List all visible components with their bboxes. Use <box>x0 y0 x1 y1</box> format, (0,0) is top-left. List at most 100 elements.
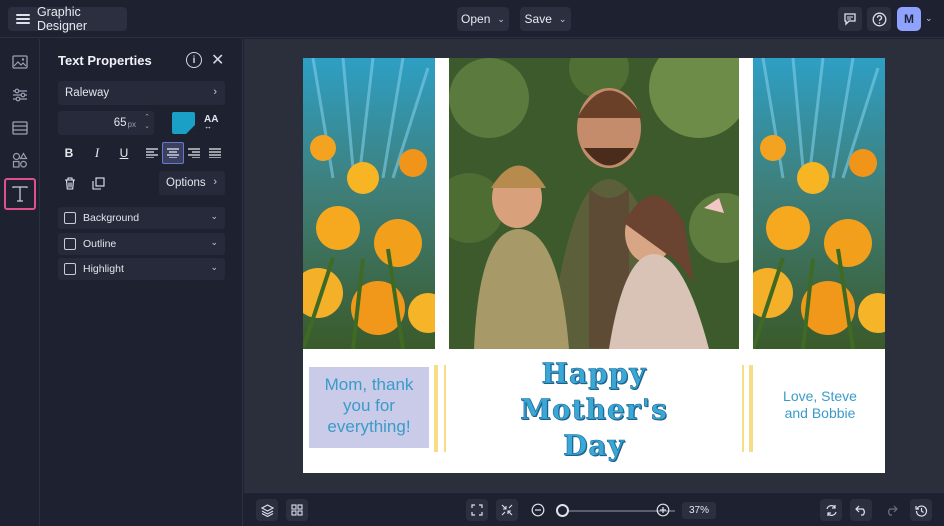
toggle-label: Highlight <box>83 263 124 275</box>
layers-button[interactable] <box>256 499 278 521</box>
text-case-button[interactable]: AA ↔ <box>204 114 218 131</box>
options-button[interactable]: Options › <box>159 171 225 195</box>
redo-button[interactable] <box>880 499 902 521</box>
checkbox[interactable] <box>64 238 76 250</box>
trash-icon <box>65 176 75 190</box>
align-left-button[interactable] <box>141 142 163 164</box>
fit-screen-button[interactable] <box>466 499 488 521</box>
mom-thank-you-text[interactable]: Mom, thank you for everything! <box>309 374 429 437</box>
toggle-label: Outline <box>83 238 117 250</box>
zoom-slider-handle[interactable] <box>556 504 569 517</box>
chevron-down-icon: ⌄ <box>210 211 218 221</box>
align-right-icon <box>188 148 200 158</box>
toggle-label: Background <box>83 212 140 224</box>
app-name: Graphic Designer <box>36 5 87 33</box>
align-center-icon <box>167 148 179 158</box>
signature-text[interactable]: Love, Steve and Bobbie <box>759 388 881 422</box>
zoom-in-button[interactable] <box>652 499 674 521</box>
happy-mothers-day-title[interactable]: Happy Mother's Day <box>449 356 739 464</box>
layout-icon[interactable] <box>9 117 31 139</box>
divider-bar <box>434 365 438 452</box>
help-icon <box>872 12 886 26</box>
delete-button[interactable] <box>59 172 81 194</box>
chevron-down-icon: ⌄ <box>210 237 218 247</box>
align-center-button[interactable] <box>162 142 184 164</box>
info-icon[interactable]: i <box>186 52 202 68</box>
checkbox[interactable] <box>64 263 76 275</box>
italic-button[interactable]: I <box>86 142 108 164</box>
undo-button[interactable] <box>850 499 872 521</box>
left-rail <box>0 39 40 526</box>
comment-icon <box>844 13 856 26</box>
chevron-right-icon: › <box>213 176 217 188</box>
divider-bar <box>444 365 446 452</box>
zoom-out-button[interactable] <box>527 499 549 521</box>
align-right-button[interactable] <box>183 142 205 164</box>
open-label: Open <box>461 12 491 26</box>
fit-screen-icon <box>471 504 483 516</box>
options-label: Options <box>166 177 206 189</box>
font-size-unit: px <box>127 119 136 129</box>
history-button[interactable] <box>910 499 932 521</box>
title-line: Mother's <box>520 393 668 427</box>
zoom-out-icon <box>531 503 545 517</box>
zoom-level[interactable]: 37% <box>682 502 716 519</box>
align-justify-icon <box>209 148 221 158</box>
title-line: Day <box>563 429 625 463</box>
checkbox[interactable] <box>64 212 76 224</box>
image-icon[interactable] <box>9 51 31 73</box>
redo-icon <box>887 505 898 516</box>
font-size-value: 65 <box>113 117 127 129</box>
bold-button[interactable]: B <box>58 142 80 164</box>
align-justify-button[interactable] <box>204 142 226 164</box>
close-icon[interactable]: ✕ <box>211 50 224 70</box>
family-photo[interactable] <box>449 58 739 349</box>
divider-bar <box>749 365 753 452</box>
chevron-down-icon[interactable]: ⌄ <box>925 13 933 24</box>
save-label: Save <box>524 12 552 26</box>
highlight-toggle[interactable]: Highlight ⌄ <box>58 258 225 280</box>
chevron-down-icon: ⌄ <box>558 13 567 24</box>
elements-icon[interactable] <box>9 149 31 171</box>
align-left-icon <box>146 148 158 158</box>
duplicate-icon <box>91 176 105 190</box>
hamburger-icon <box>16 14 30 24</box>
help-button[interactable] <box>867 7 891 31</box>
grid-icon <box>291 504 303 516</box>
grid-button[interactable] <box>286 499 308 521</box>
flowers-photo-right[interactable] <box>753 58 885 349</box>
font-size-input[interactable]: 65 px ⌃ ⌄ <box>58 111 154 135</box>
refresh-button[interactable] <box>820 499 842 521</box>
zoom-in-icon <box>656 503 670 517</box>
chevron-down-icon: ⌄ <box>210 262 218 272</box>
stepper-icon[interactable]: ⌃ ⌄ <box>144 113 150 131</box>
chevron-down-icon: ⌄ <box>497 13 505 24</box>
design-card[interactable]: Mom, thank you for everything! Happy Mot… <box>303 58 885 473</box>
duplicate-button[interactable] <box>87 172 109 194</box>
text-properties-panel: Text Properties i ✕ Raleway › 65 px ⌃ ⌄ AA… <box>41 39 243 526</box>
app-menu-button[interactable]: Graphic Designer <box>8 5 127 33</box>
open-button[interactable]: Open ⌄ <box>457 7 509 31</box>
signature-line: and Bobbie <box>784 405 856 421</box>
layers-icon <box>260 503 274 517</box>
shrink-icon <box>501 504 513 516</box>
comment-button[interactable] <box>838 7 862 31</box>
divider-bar <box>742 365 744 452</box>
flowers-photo-left[interactable] <box>303 58 435 349</box>
refresh-icon <box>825 504 837 516</box>
chevron-right-icon: › <box>213 86 217 98</box>
avatar[interactable]: M <box>897 7 921 31</box>
text-color-swatch[interactable] <box>172 112 195 134</box>
font-name: Raleway <box>65 87 110 99</box>
font-select[interactable]: Raleway › <box>58 81 225 105</box>
undo-icon <box>854 505 865 516</box>
outline-toggle[interactable]: Outline ⌄ <box>58 233 225 255</box>
history-icon <box>914 504 927 517</box>
save-button[interactable]: Save ⌄ <box>520 7 571 31</box>
underline-button[interactable]: U <box>113 142 135 164</box>
adjust-icon[interactable] <box>9 84 31 106</box>
text-icon[interactable] <box>4 178 36 210</box>
background-toggle[interactable]: Background ⌄ <box>58 207 225 229</box>
panel-title: Text Properties <box>58 53 152 68</box>
shrink-button[interactable] <box>496 499 518 521</box>
